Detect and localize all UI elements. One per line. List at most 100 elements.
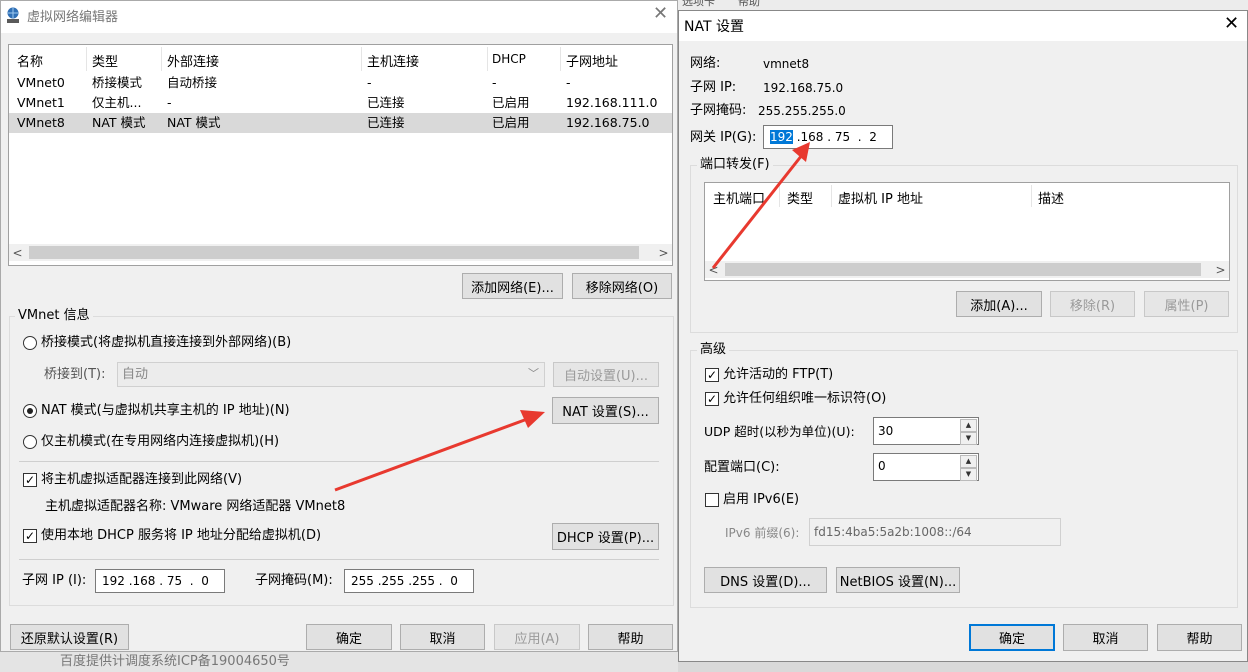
allow-oui-label[interactable]: 允许任何组织唯一标识符(O) — [723, 391, 886, 407]
use-dhcp-label[interactable]: 使用本地 DHCP 服务将 IP 地址分配给虚拟机(D) — [41, 528, 321, 544]
adapter-name-text: 主机虚拟适配器名称: VMware 网络适配器 VMnet8 — [45, 499, 346, 514]
nat-help-button[interactable]: 帮助 — [1157, 624, 1242, 651]
nat-close-icon[interactable]: ✕ — [1224, 15, 1239, 33]
pf-col-desc[interactable]: 描述 — [1038, 188, 1064, 207]
row-cell: 桥接模式 — [92, 75, 143, 90]
gateway-ip-selected: 192 — [770, 130, 793, 144]
nat-mode-radio[interactable] — [23, 404, 37, 418]
nat-subnet-mask-value: 255.255.255.0 — [758, 104, 846, 118]
restore-defaults-button[interactable]: 还原默认设置(R) — [10, 624, 129, 650]
gateway-label: 网关 IP(G): — [690, 130, 757, 145]
config-port-value: 0 — [878, 459, 886, 473]
row-cell: VMnet0 — [17, 75, 65, 90]
enable-ipv6-checkbox[interactable] — [705, 493, 719, 507]
bridge-to-select[interactable]: 自动 ﹀ — [117, 362, 545, 387]
bg-menu-tabs: 选项卡 — [682, 0, 715, 8]
table-row[interactable]: VMnet1 仅主机... - 已连接 已启用 192.168.111.0 — [9, 93, 672, 113]
udp-timeout-value: 30 — [878, 424, 894, 438]
gateway-ip-field[interactable]: 192 .168 . 75 . 2 — [763, 125, 893, 149]
nat-subnet-ip-label: 子网 IP: — [690, 80, 737, 95]
chevron-down-icon: ﹀ — [528, 367, 539, 380]
allow-ftp-label[interactable]: 允许活动的 FTP(T) — [723, 367, 833, 383]
subnet-ip-field[interactable]: 192 .168 . 75 . 0 — [95, 569, 225, 593]
host-only-radio[interactable] — [23, 435, 37, 449]
use-dhcp-checkbox[interactable]: ✓ — [23, 529, 37, 543]
port-forward-list[interactable]: 主机端口 类型 虚拟机 IP 地址 描述 < > — [704, 182, 1230, 281]
table-row-selected[interactable]: VMnet8 NAT 模式 NAT 模式 已连接 已启用 192.168.75.… — [9, 113, 672, 133]
ipv6-prefix-field[interactable]: fd15:4ba5:5a2b:1008::/64 — [809, 518, 1061, 546]
remove-network-button[interactable]: 移除网络(O) — [572, 273, 672, 299]
scroll-right-icon[interactable]: > — [1212, 263, 1229, 277]
spin-up-icon[interactable]: ▲ — [960, 419, 977, 432]
port-forward-title: 端口转发(F) — [697, 157, 773, 173]
pf-hscrollbar[interactable]: < > — [705, 261, 1229, 278]
scroll-left-icon[interactable]: < — [9, 246, 26, 260]
divider — [19, 559, 659, 560]
pf-remove-button[interactable]: 移除(R) — [1050, 291, 1135, 317]
bg-menu-help: 帮助 — [738, 0, 760, 8]
bridge-mode-radio[interactable] — [23, 336, 37, 350]
vne-apply-button[interactable]: 应用(A) — [494, 624, 580, 650]
nat-network-label: 网络: — [690, 56, 721, 71]
allow-ftp-checkbox[interactable]: ✓ — [705, 368, 719, 382]
table-row[interactable]: VMnet0 桥接模式 自动桥接 - - - — [9, 73, 672, 93]
nat-subnet-mask-label: 子网掩码: — [690, 103, 747, 118]
row-cell: - — [167, 95, 172, 110]
bg-bottom-text: 百度提供计调度系统ICP备19004650号 — [60, 654, 290, 669]
nat-mode-label[interactable]: NAT 模式(与虚拟机共享主机的 IP 地址)(N) — [41, 403, 290, 419]
config-port-spinner[interactable]: 0 ▲ ▼ — [873, 453, 979, 481]
connect-adapter-checkbox[interactable]: ✓ — [23, 473, 37, 487]
row-cell: 自动桥接 — [167, 75, 218, 90]
nat-cancel-button[interactable]: 取消 — [1063, 624, 1148, 651]
dhcp-settings-button[interactable]: DHCP 设置(P)... — [552, 523, 659, 550]
config-port-label: 配置端口(C): — [704, 460, 780, 475]
auto-settings-button[interactable]: 自动设置(U)... — [553, 362, 659, 387]
host-only-label[interactable]: 仅主机模式(在专用网络内连接虚拟机)(H) — [41, 434, 279, 450]
vne-ok-button[interactable]: 确定 — [306, 624, 392, 650]
col-subnet[interactable]: 子网地址 — [566, 51, 618, 70]
col-dhcp[interactable]: DHCP — [492, 52, 526, 66]
nat-ok-button[interactable]: 确定 — [969, 624, 1055, 651]
scroll-thumb[interactable] — [29, 246, 639, 259]
dns-settings-button[interactable]: DNS 设置(D)... — [704, 567, 827, 593]
col-name[interactable]: 名称 — [17, 51, 43, 70]
nat-settings-dialog: NAT 设置 ✕ 网络: vmnet8 子网 IP: 192.168.75.0 … — [678, 10, 1248, 662]
add-network-button[interactable]: 添加网络(E)... — [462, 273, 563, 299]
network-list-hscrollbar[interactable]: < > — [9, 244, 672, 261]
row-cell: 已连接 — [367, 115, 405, 130]
pf-col-vm-ip[interactable]: 虚拟机 IP 地址 — [838, 188, 923, 207]
vmnet-info-title: VMnet 信息 — [15, 308, 93, 324]
scroll-thumb[interactable] — [725, 263, 1201, 276]
udp-timeout-spinner[interactable]: 30 ▲ ▼ — [873, 417, 979, 445]
row-cell: 仅主机... — [92, 95, 142, 110]
vne-help-button[interactable]: 帮助 — [588, 624, 673, 650]
pf-col-type[interactable]: 类型 — [787, 188, 813, 207]
connect-adapter-label[interactable]: 将主机虚拟适配器连接到此网络(V) — [41, 472, 242, 488]
col-type[interactable]: 类型 — [92, 51, 118, 70]
bridge-mode-label[interactable]: 桥接模式(将虚拟机直接连接到外部网络)(B) — [41, 335, 291, 351]
pf-col-host-port[interactable]: 主机端口 — [713, 188, 765, 207]
row-cell: 已启用 — [492, 95, 530, 110]
allow-oui-checkbox[interactable]: ✓ — [705, 392, 719, 406]
vne-title-bar: 虚拟网络编辑器 ✕ — [1, 1, 677, 33]
row-cell: 已连接 — [367, 95, 405, 110]
scroll-left-icon[interactable]: < — [705, 263, 722, 277]
vne-close-icon[interactable]: ✕ — [653, 5, 668, 23]
col-external[interactable]: 外部连接 — [167, 51, 219, 70]
background-toolbar: 选项卡 帮助 — [676, 0, 1248, 10]
enable-ipv6-label[interactable]: 启用 IPv6(E) — [723, 492, 799, 508]
network-list[interactable]: 名称 类型 外部连接 主机连接 DHCP 子网地址 VMnet0 桥接模式 自动… — [8, 44, 673, 266]
col-host[interactable]: 主机连接 — [367, 51, 419, 70]
row-cell: 已启用 — [492, 115, 530, 130]
spin-up-icon[interactable]: ▲ — [960, 455, 977, 468]
spin-down-icon[interactable]: ▼ — [960, 432, 977, 445]
row-cell: VMnet8 — [17, 115, 65, 130]
pf-add-button[interactable]: 添加(A)... — [956, 291, 1042, 317]
vne-cancel-button[interactable]: 取消 — [400, 624, 485, 650]
netbios-settings-button[interactable]: NetBIOS 设置(N)... — [836, 567, 960, 593]
pf-properties-button[interactable]: 属性(P) — [1144, 291, 1229, 317]
scroll-right-icon[interactable]: > — [655, 246, 672, 260]
nat-settings-button[interactable]: NAT 设置(S)... — [552, 397, 659, 424]
spin-down-icon[interactable]: ▼ — [960, 468, 977, 481]
subnet-mask-field[interactable]: 255 .255 .255 . 0 — [344, 569, 474, 593]
